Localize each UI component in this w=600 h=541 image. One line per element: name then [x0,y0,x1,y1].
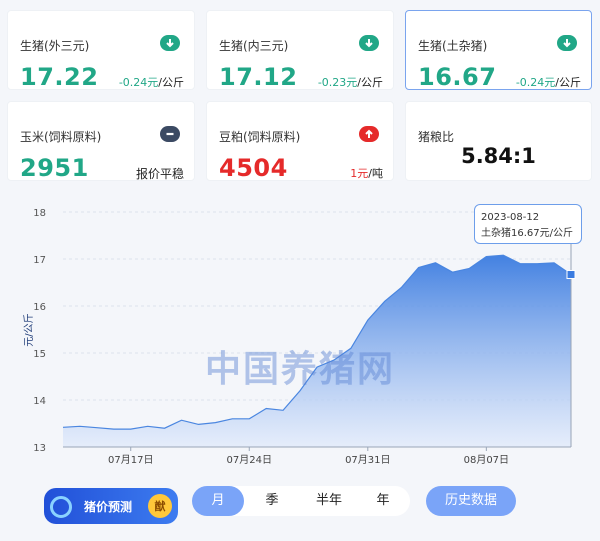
arrow-down-icon [359,35,379,51]
arrow-up-icon [359,126,379,142]
y-tick-label: 17 [33,255,46,266]
tab-half-year[interactable]: 半年 [302,486,356,516]
x-tick-label: 07月31日 [345,454,390,466]
x-tick-label: 07月24日 [227,454,272,466]
minus-icon [160,126,180,142]
card-price: 16.67 [418,63,497,91]
card-label: 豆粕(饲料原料) [219,130,301,144]
y-tick-label: 18 [33,208,46,219]
price-card-corn[interactable]: 玉米(饲料原料) 2951 报价平稳 [7,101,195,182]
card-price: 17.22 [20,63,99,91]
tooltip-value: 土杂猪16.67元/公斤 [481,228,573,239]
tooltip-date: 2023-08-12 [481,212,540,223]
x-tick-label: 08月07日 [464,454,509,466]
y-tick-label: 13 [33,443,46,454]
card-change-text: 报价平稳 [135,167,184,181]
price-card-pig-outer[interactable]: 生猪(外三元) 17.22 -0.24元/公斤 [7,10,195,91]
y-tick-label: 15 [33,349,46,360]
card-change: -0.24元/公斤 [118,76,184,89]
tab-month[interactable]: 月 [192,486,244,516]
y-tick-label: 16 [33,302,46,313]
x-tick-label: 07月17日 [108,454,153,466]
price-forecast-button[interactable]: 猪价预测 猷 [44,488,178,524]
forecast-label: 猪价预测 [84,500,133,514]
history-data-button[interactable]: 历史数据 [426,486,516,516]
card-label: 玉米(饲料原料) [20,130,102,144]
card-price: 2951 [20,154,89,182]
card-label: 生猪(外三元) [20,39,90,53]
forecast-badge: 猷 [148,494,172,518]
price-card-soymeal[interactable]: 豆粕(饲料原料) 4504 1元/吨 [206,101,394,182]
tab-quarter[interactable]: 季 [248,486,296,516]
card-label: 猪粮比 [418,130,455,144]
arrow-down-icon [557,35,577,51]
data-point-marker [566,270,576,280]
y-axis-label: 元/公斤 [23,313,35,346]
price-card-pig-grain-ratio[interactable]: 猪粮比 5.84:1 [405,101,592,181]
card-label: 生猪(土杂猪) [418,39,488,53]
card-change: 1元/吨 [350,167,383,180]
card-change: -0.23元/公斤 [317,76,383,89]
range-tabs: 月 季 半年 年 [192,486,410,516]
arrow-down-icon [160,35,180,51]
card-price: 4504 [219,154,288,182]
card-change: -0.24元/公斤 [515,76,581,89]
price-card-pig-inner[interactable]: 生猪(内三元) 17.12 -0.23元/公斤 [206,10,394,91]
forecast-logo-icon [50,496,72,518]
y-tick-label: 14 [33,396,46,407]
card-label: 生猪(内三元) [219,39,289,53]
card-price: 17.12 [219,63,298,91]
watermark: 中国养猪网 [205,349,396,390]
chart-tooltip: 2023-08-12 土杂猪16.67元/公斤 [474,204,582,244]
price-card-pig-local[interactable]: 生猪(土杂猪) 16.67 -0.24元/公斤 [405,10,592,91]
ratio-value: 5.84:1 [461,144,536,168]
tab-year[interactable]: 年 [360,486,406,516]
